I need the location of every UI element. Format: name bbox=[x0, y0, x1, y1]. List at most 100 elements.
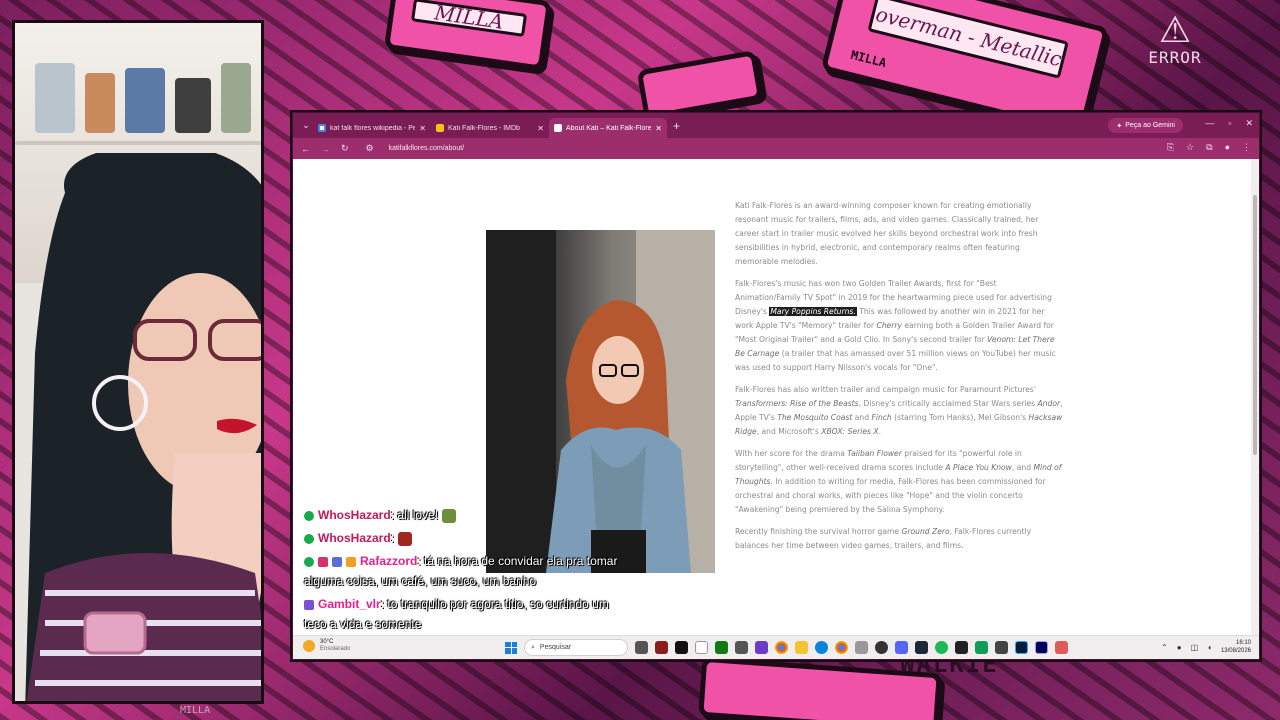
app-icon[interactable] bbox=[655, 641, 668, 654]
gift-badge-icon bbox=[346, 556, 356, 567]
about-article: Kati Falk-Flores is an award-winning com… bbox=[735, 199, 1063, 561]
chat-message: Gambit_vlr: to tranquilo por agora titio… bbox=[304, 594, 624, 634]
taskbar-clock[interactable]: 16:10 13/08/2026 bbox=[1221, 639, 1251, 655]
windows-start-icon[interactable] bbox=[505, 641, 517, 654]
chrome-icon[interactable] bbox=[775, 641, 788, 654]
terminal-icon[interactable] bbox=[675, 641, 688, 654]
sheets-icon[interactable] bbox=[975, 641, 988, 654]
volume-icon[interactable]: ◖ bbox=[1207, 643, 1212, 652]
premiere-icon[interactable] bbox=[1035, 641, 1048, 654]
app-icon[interactable] bbox=[955, 641, 968, 654]
paragraph-text: , and bbox=[1011, 463, 1034, 472]
obs-icon[interactable] bbox=[875, 641, 888, 654]
app-icon[interactable] bbox=[735, 641, 748, 654]
extensions-icon[interactable]: ⧉ bbox=[1206, 142, 1212, 153]
clock-time: 16:10 bbox=[1235, 640, 1251, 646]
gemini-button[interactable]: ✦ Peça ao Gemini bbox=[1108, 118, 1183, 133]
close-tab-icon[interactable]: ✕ bbox=[655, 124, 662, 133]
photoshop-icon[interactable] bbox=[1015, 641, 1028, 654]
address-bar[interactable]: katifalkflores.com/about/ bbox=[389, 145, 464, 152]
new-tab-button[interactable]: + bbox=[673, 119, 680, 133]
article-paragraph: Falk-Flores has also written trailer and… bbox=[735, 383, 1063, 439]
paragraph-text: Kati Falk-Flores is an award-winning com… bbox=[735, 201, 1039, 266]
app-icon[interactable] bbox=[1055, 641, 1068, 654]
steam-icon[interactable] bbox=[915, 641, 928, 654]
imdb-icon bbox=[436, 124, 444, 132]
google-icon bbox=[318, 124, 326, 132]
close-tab-icon[interactable]: ✕ bbox=[419, 124, 426, 133]
title-finch: Finch bbox=[871, 413, 892, 422]
streamer-person bbox=[25, 153, 261, 701]
task-view-icon[interactable] bbox=[635, 641, 648, 654]
chrome-icon[interactable] bbox=[835, 641, 848, 654]
forward-icon[interactable]: → bbox=[321, 144, 330, 154]
windows-taskbar: 30°C Ensolarado ⌕ Pesquisar ⌃ ● ◫ ◖ 16:1… bbox=[293, 635, 1259, 659]
discord-icon[interactable] bbox=[895, 641, 908, 654]
error-sign: ⚠ ERROR bbox=[1130, 12, 1220, 68]
bookmark-star-icon[interactable]: ☆ bbox=[1186, 142, 1194, 153]
scrollbar-thumb[interactable] bbox=[1253, 195, 1257, 455]
title-a-place-you-know: A Place You Know bbox=[945, 463, 1012, 472]
minimize-icon[interactable]: — bbox=[1205, 118, 1214, 129]
app-icon[interactable] bbox=[995, 641, 1008, 654]
weather-widget[interactable]: 30°C Ensolarado bbox=[303, 639, 350, 653]
weather-temp: 30°C bbox=[320, 639, 334, 645]
article-paragraph: Recently finishing the survival horror g… bbox=[735, 525, 1063, 553]
paragraph-text: (a trailer that has amassed over 51 mill… bbox=[735, 349, 1056, 372]
paragraph-text: Recently finishing the survival horror g… bbox=[735, 527, 902, 536]
toolbar-actions: ⎘ ☆ ⧉ ● ⋮ bbox=[1167, 142, 1251, 153]
xbox-icon[interactable] bbox=[715, 641, 728, 654]
chat-text: : all love! bbox=[390, 508, 439, 522]
tab-imdb[interactable]: Kati Falk-Flores - IMDb ✕ bbox=[431, 118, 549, 138]
back-icon[interactable]: ← bbox=[301, 144, 310, 154]
edge-icon[interactable] bbox=[815, 641, 828, 654]
tab-title: kat falk flores wikipedia - Pesq bbox=[330, 124, 416, 132]
spotify-icon[interactable] bbox=[935, 641, 948, 654]
profile-avatar[interactable]: ● bbox=[1225, 142, 1230, 153]
chat-username: WhosHazard bbox=[318, 508, 391, 522]
file-explorer-icon[interactable] bbox=[795, 641, 808, 654]
search-placeholder: Pesquisar bbox=[539, 644, 572, 651]
title-taliban-flower: Taliban Flower bbox=[847, 449, 902, 458]
tab-search-icon[interactable]: ⌄ bbox=[299, 120, 313, 131]
taskbar-apps: ⌕ Pesquisar bbox=[505, 639, 1068, 656]
cassette-label: Loverman - Metallica bbox=[867, 0, 1069, 79]
app-icon[interactable] bbox=[855, 641, 868, 654]
cassette-label: MILLA bbox=[411, 0, 528, 37]
emote-icon bbox=[442, 508, 457, 523]
weather-desc: Ensolarado bbox=[320, 646, 351, 652]
chat-message: WhosHazard: all love! bbox=[304, 505, 624, 525]
webcam-tag: MILLA bbox=[180, 705, 211, 716]
chat-message: Rafazzord: tá na hora de convidar ela pr… bbox=[304, 551, 624, 591]
title-xbox: XBOX: Series X bbox=[821, 427, 879, 436]
translate-icon[interactable]: ⎘ bbox=[1167, 142, 1174, 153]
calendar-icon[interactable] bbox=[695, 641, 708, 654]
article-paragraph: Kati Falk-Flores is an award-winning com… bbox=[735, 199, 1063, 269]
window-controls: — ▫ ✕ bbox=[1205, 118, 1253, 129]
site-icon bbox=[554, 124, 562, 132]
taskbar-search[interactable]: ⌕ Pesquisar bbox=[524, 639, 628, 656]
verified-badge-icon bbox=[304, 510, 314, 521]
tray-chevron-icon[interactable]: ⌃ bbox=[1161, 643, 1168, 652]
chat-message: WhosHazard: bbox=[304, 528, 624, 548]
title-andor: Andor bbox=[1037, 399, 1061, 408]
mic-icon[interactable]: ● bbox=[1177, 643, 1182, 652]
reload-icon[interactable]: ↻ bbox=[341, 143, 349, 154]
article-paragraph: With her score for the drama Taliban Flo… bbox=[735, 447, 1063, 517]
close-window-icon[interactable]: ✕ bbox=[1245, 118, 1253, 129]
tab-about-kati[interactable]: About Kati – Kati Falk-Flores ✕ bbox=[549, 118, 667, 138]
paragraph-text: and bbox=[852, 413, 872, 422]
paragraph-text: (starring Tom Hanks), Mel Gibson's bbox=[891, 413, 1029, 422]
tab-google-search[interactable]: kat falk flores wikipedia - Pesq ✕ bbox=[313, 118, 431, 138]
page-scrollbar[interactable] bbox=[1251, 159, 1259, 635]
site-info-icon[interactable]: ⚙ bbox=[366, 143, 374, 154]
gemini-label: Peça ao Gemini bbox=[1125, 122, 1175, 129]
emote-icon bbox=[398, 531, 413, 546]
close-tab-icon[interactable]: ✕ bbox=[537, 124, 544, 133]
network-icon[interactable]: ◫ bbox=[1191, 643, 1199, 652]
grid-app-icon[interactable] bbox=[755, 641, 768, 654]
maximize-icon[interactable]: ▫ bbox=[1228, 118, 1231, 129]
menu-kebab-icon[interactable]: ⋮ bbox=[1242, 142, 1251, 153]
chat-username: Rafazzord bbox=[360, 554, 418, 568]
article-paragraph: Falk-Flores's music has won two Golden T… bbox=[735, 277, 1063, 375]
